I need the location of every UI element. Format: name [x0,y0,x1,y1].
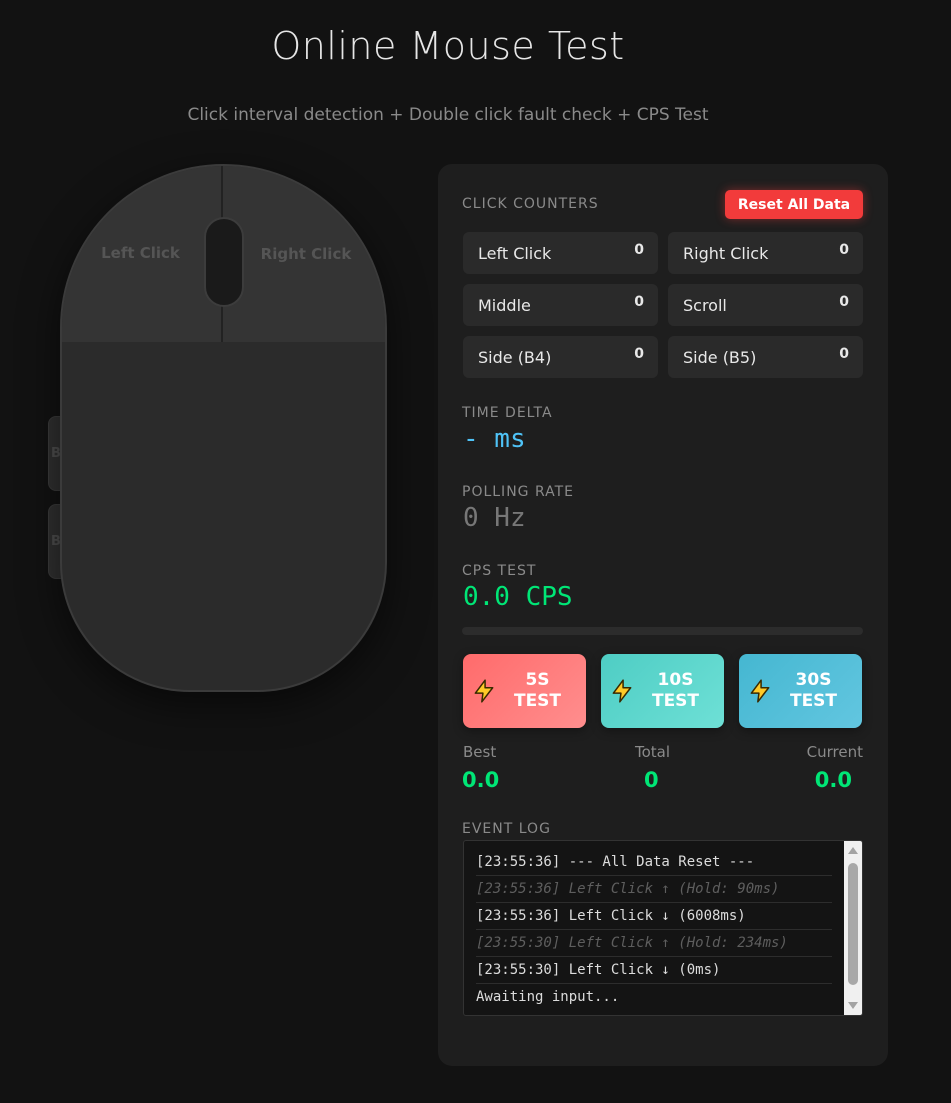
counter-left-click: Left Click 0 [463,232,658,274]
polling-rate-value: 0 Hz [463,503,526,533]
event-log[interactable]: [23:55:36] --- All Data Reset --- [23:55… [463,840,863,1016]
counter-value: 0 [634,346,644,362]
counter-right-click: Right Click 0 [668,232,863,274]
cps-test-label: CPS TEST [462,563,537,579]
log-scrollbar[interactable] [844,841,862,1015]
page-subtitle: Click interval detection + Double click … [187,105,709,125]
mouse-right-label: Right Click [260,245,352,263]
polling-rate-label: POLLING RATE [462,484,575,500]
total-label: Total [635,743,671,761]
lightning-icon [750,679,770,703]
cps-progress-bar [462,627,863,635]
mouse-left-button[interactable]: Left Click [62,166,223,342]
mouse-right-button[interactable]: Right Click [223,166,385,342]
click-counters-label: CLICK COUNTERS [462,196,599,212]
counter-value: 0 [634,242,644,258]
counter-label: Side (B4) [478,347,552,367]
counter-label: Right Click [683,243,769,263]
counter-label: Middle [478,295,531,315]
counter-label: Side (B5) [683,347,757,367]
scroll-thumb[interactable] [848,863,858,985]
counter-value: 0 [839,242,849,258]
counter-value: 0 [839,346,849,362]
test-word: TEST [651,691,700,711]
scroll-down-arrow-icon[interactable] [848,1002,858,1009]
test-10s-button[interactable]: 10S TEST [601,654,724,728]
cps-value: 0.0 CPS [463,582,573,612]
test-duration: 10S [657,670,694,690]
total-value: 0 [644,768,659,792]
log-line: Awaiting input... [476,989,620,1005]
test-5s-button[interactable]: 5S TEST [463,654,586,728]
counter-middle: Middle 0 [463,284,658,326]
page-title: Online Mouse Test [271,24,625,68]
stats-panel: CLICK COUNTERS Reset All Data Left Click… [438,164,888,1066]
counter-side-b5: Side (B5) 0 [668,336,863,378]
lightning-icon [474,679,494,703]
test-word: TEST [513,691,562,711]
log-line: [23:55:30] Left Click ↓ (0ms) [476,957,832,984]
log-line: [23:55:30] Left Click ↑ (Hold: 234ms) [476,930,832,957]
time-delta-value: - ms [463,424,526,454]
current-label: Current [806,743,863,761]
best-label: Best [463,743,497,761]
test-word: TEST [789,691,838,711]
log-line: [23:55:36] Left Click ↑ (Hold: 90ms) [476,876,832,903]
test-duration: 5S [525,670,550,690]
reset-all-button[interactable]: Reset All Data [725,190,863,219]
event-log-label: EVENT LOG [462,821,551,837]
test-duration: 30S [795,670,832,690]
current-value: 0.0 [814,768,852,792]
mouse-left-label: Left Click [101,244,180,262]
counter-side-b4: Side (B4) 0 [463,336,658,378]
test-30s-button[interactable]: 30S TEST [739,654,862,728]
log-line: [23:55:36] --- All Data Reset --- [476,849,832,876]
mouse-graphic: Left Click Right Click [60,164,387,692]
counter-value: 0 [839,294,849,310]
log-line: [23:55:36] Left Click ↓ (6008ms) [476,903,832,930]
mouse-scroll-wheel[interactable] [204,217,244,307]
counter-value: 0 [634,294,644,310]
time-delta-label: TIME DELTA [462,405,553,421]
counter-label: Scroll [683,295,727,315]
counter-label: Left Click [478,243,552,263]
lightning-icon [612,679,632,703]
best-value: 0.0 [462,768,500,792]
counter-scroll: Scroll 0 [668,284,863,326]
scroll-up-arrow-icon[interactable] [848,847,858,854]
